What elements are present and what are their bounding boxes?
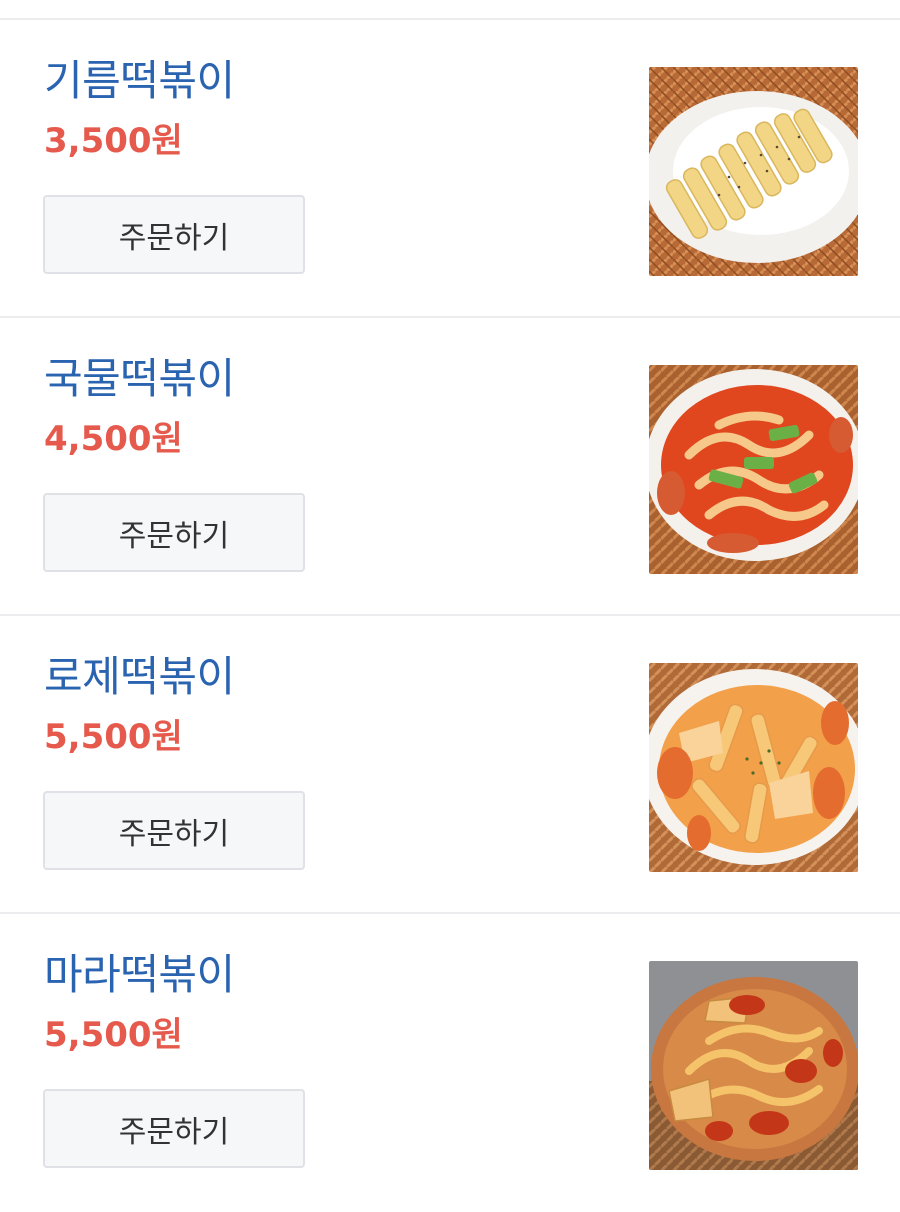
menu-item-price: 5,500원 <box>44 1015 183 1055</box>
order-button[interactable]: 주문하기 <box>43 493 305 572</box>
gungmul-tteokbokki-photo[interactable] <box>649 365 858 574</box>
menu-item-price: 3,500원 <box>44 121 183 161</box>
menu-item: 로제떡볶이 5,500원 주문하기 <box>0 616 900 914</box>
order-button[interactable]: 주문하기 <box>43 1089 305 1168</box>
order-button[interactable]: 주문하기 <box>43 195 305 274</box>
menu-item-name: 기름떡볶이 <box>44 56 235 105</box>
order-button[interactable]: 주문하기 <box>43 791 305 870</box>
menu-item: 마라떡볶이 5,500원 주문하기 <box>0 914 900 1212</box>
menu-item-name: 마라떡볶이 <box>44 950 235 999</box>
menu-item-name: 로제떡볶이 <box>44 652 235 701</box>
menu-item: 기름떡볶이 3,500원 주문하기 <box>0 20 900 318</box>
menu-item-name: 국물떡볶이 <box>44 354 235 403</box>
menu-item: 국물떡볶이 4,500원 주문하기 <box>0 318 900 616</box>
menu-item-price: 5,500원 <box>44 717 183 757</box>
mala-tteokbokki-photo[interactable] <box>649 961 858 1170</box>
gireum-tteokbokki-photo[interactable] <box>649 67 858 276</box>
rose-tteokbokki-photo[interactable] <box>649 663 858 872</box>
menu-item-price: 4,500원 <box>44 419 183 459</box>
